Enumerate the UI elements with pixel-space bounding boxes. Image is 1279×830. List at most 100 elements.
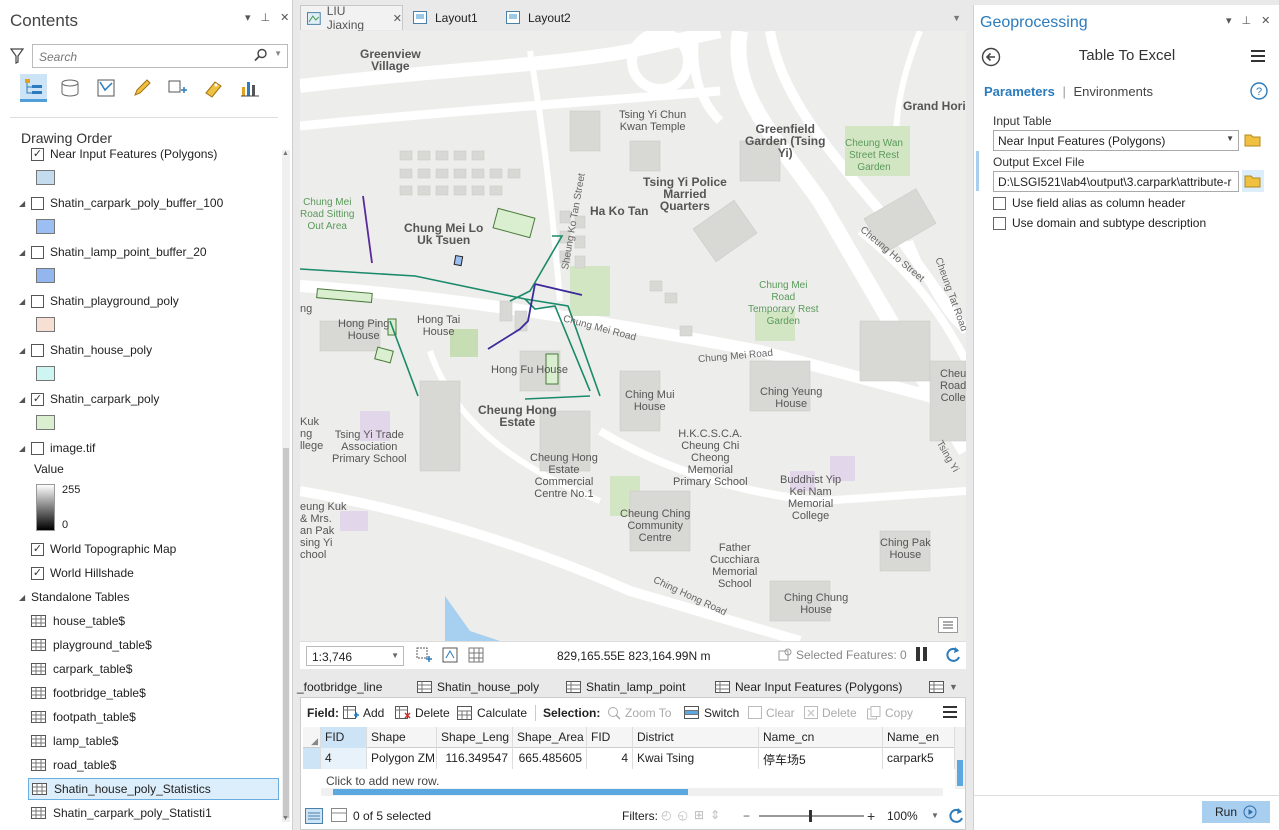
selected-features-indicator[interactable]: Selected Features: 0: [778, 648, 907, 662]
layer-row[interactable]: ◢ Shatin_house_poly: [0, 339, 280, 361]
layer-visibility-checkbox[interactable]: ✓: [31, 392, 44, 406]
raster-gradient-swatch[interactable]: [36, 484, 55, 531]
show-selected-records-icon[interactable]: [331, 808, 347, 822]
layer-row[interactable]: ◢ Shatin_lamp_point_buffer_20: [0, 241, 280, 263]
map-view[interactable]: Greenview Village Tsing Yi Chun Kwan Templ…: [300, 31, 966, 641]
domain-subtype-option[interactable]: Use domain and subtype description: [993, 216, 1206, 230]
tab-layout2[interactable]: Layout2: [500, 5, 590, 30]
collapse-icon[interactable]: ◢: [19, 395, 27, 404]
collapse-icon[interactable]: ◢: [19, 593, 27, 602]
switch-selection-button[interactable]: Switch: [684, 706, 739, 720]
standalone-table-item[interactable]: playground_table$: [28, 634, 279, 656]
grid-icon[interactable]: [468, 647, 484, 663]
row-selector[interactable]: [303, 748, 321, 769]
column-header[interactable]: FID: [587, 727, 633, 748]
folder-icon[interactable]: [1244, 132, 1262, 148]
tab-list-dropdown-icon[interactable]: ▼: [952, 13, 961, 23]
help-icon[interactable]: ?: [1250, 82, 1268, 100]
layer-symbol-swatch[interactable]: [36, 366, 55, 381]
layer-symbol-swatch[interactable]: [36, 415, 55, 430]
grid-vertical-scrollbar[interactable]: [955, 727, 965, 789]
definition-filter-icon[interactable]: ⊞: [694, 808, 704, 822]
clear-selection-button[interactable]: Clear: [748, 706, 795, 720]
pane-menu-icon[interactable]: ▾: [245, 11, 251, 24]
table-cell[interactable]: 停车场5: [759, 748, 883, 769]
layer-symbol-swatch[interactable]: [36, 317, 55, 332]
zoom-in-icon[interactable]: +: [867, 808, 875, 824]
hamburger-menu-icon[interactable]: [943, 706, 957, 718]
list-by-drawing-order-button[interactable]: [20, 74, 47, 102]
table-cell[interactable]: 4: [587, 748, 633, 769]
list-by-snapping-button[interactable]: [164, 74, 191, 102]
tab-environments[interactable]: Environments: [1073, 84, 1152, 99]
zoom-slider-thumb[interactable]: [809, 810, 812, 822]
filter-icon[interactable]: [10, 48, 24, 64]
standalone-table-item[interactable]: Shatin_carpark_poly_Statisti1: [28, 802, 279, 824]
scrollbar-thumb[interactable]: [283, 448, 289, 818]
table-cell[interactable]: 116.349547: [437, 748, 513, 769]
standalone-table-item[interactable]: footbridge_table$: [28, 682, 279, 704]
browse-output-button[interactable]: [1242, 170, 1264, 192]
table-cell[interactable]: carpark5: [883, 748, 955, 769]
range-filter-icon[interactable]: ◵: [677, 808, 687, 822]
run-button[interactable]: Run: [1202, 801, 1270, 823]
column-header[interactable]: Name_cn: [759, 727, 883, 748]
collapse-icon[interactable]: ◢: [19, 444, 27, 453]
layer-symbol-swatch[interactable]: [36, 268, 55, 283]
table-row[interactable]: 4 Polygon ZM 116.349547 665.485605 4 Kwa…: [303, 748, 955, 769]
basemap-row[interactable]: ✓ World Hillshade: [0, 562, 280, 584]
collapse-icon[interactable]: ◢: [19, 248, 27, 257]
calculate-field-button[interactable]: Calculate: [457, 706, 527, 720]
scrollbar-thumb[interactable]: [333, 789, 688, 795]
field-alias-checkbox[interactable]: [993, 196, 1006, 210]
tab-layout1[interactable]: Layout1: [407, 5, 497, 30]
tab-parameters[interactable]: Parameters: [984, 84, 1055, 99]
table-cell[interactable]: 665.485605: [513, 748, 587, 769]
contents-scrollbar[interactable]: ▲ ▼: [282, 150, 290, 822]
delete-field-button[interactable]: Delete: [395, 706, 450, 720]
list-by-editing-button[interactable]: [128, 74, 155, 102]
fixed-zoom-icon[interactable]: [416, 647, 432, 663]
scroll-down-icon[interactable]: ▼: [282, 815, 289, 822]
pane-menu-icon[interactable]: ▾: [1226, 14, 1232, 27]
layer-visibility-checkbox[interactable]: [31, 196, 44, 210]
refresh-icon[interactable]: [947, 807, 965, 825]
navigation-icon[interactable]: [442, 647, 458, 663]
tab-map[interactable]: LIU Jiaxing ✕: [300, 4, 403, 32]
pause-drawing-button[interactable]: [916, 647, 930, 663]
column-header[interactable]: Name_en: [883, 727, 955, 748]
zoom-level[interactable]: 100%: [887, 809, 918, 823]
column-header[interactable]: District: [633, 727, 759, 748]
map-overview-toggle-button[interactable]: [938, 617, 958, 633]
scale-dropdown[interactable]: 1:3,746 ▼: [306, 646, 404, 666]
select-all-corner[interactable]: ◢: [303, 727, 321, 748]
list-by-charts-button[interactable]: [236, 74, 263, 102]
column-header[interactable]: Shape_Area: [513, 727, 587, 748]
zoom-to-button[interactable]: Zoom To: [607, 706, 671, 720]
tab-house-poly[interactable]: Shatin_house_poly: [417, 677, 539, 697]
close-icon[interactable]: ✕: [280, 11, 289, 24]
tab-lamp-point[interactable]: Shatin_lamp_point: [566, 677, 685, 697]
basemap-row[interactable]: ✓ World Topographic Map: [0, 538, 280, 560]
field-alias-option[interactable]: Use field alias as column header: [993, 196, 1185, 210]
tab-footbridge-line[interactable]: _footbridge_line: [297, 677, 382, 697]
standalone-table-item[interactable]: footpath_table$: [28, 706, 279, 728]
show-all-records-icon[interactable]: [305, 808, 323, 824]
close-icon[interactable]: ✕: [1261, 14, 1270, 27]
layer-visibility-checkbox[interactable]: [31, 343, 44, 357]
add-field-button[interactable]: Add: [343, 706, 384, 720]
column-header[interactable]: Shape: [367, 727, 437, 748]
tab-near-input-features[interactable]: Near Input Features (Polygons): [715, 677, 902, 697]
hamburger-menu-icon[interactable]: [1251, 50, 1265, 62]
layer-row[interactable]: ◢ ✓ Shatin_carpark_poly: [0, 388, 280, 410]
list-by-selection-button[interactable]: [92, 74, 119, 102]
column-header[interactable]: Shape_Leng: [437, 727, 513, 748]
standalone-table-item[interactable]: road_table$: [28, 754, 279, 776]
time-filter-icon[interactable]: ◴: [661, 808, 671, 822]
layer-visibility-checkbox[interactable]: [31, 441, 44, 455]
standalone-table-item[interactable]: lamp_table$: [28, 730, 279, 752]
add-new-row[interactable]: Click to add new row.: [326, 774, 439, 788]
chevron-down-icon[interactable]: ▼: [931, 811, 939, 820]
standalone-table-item[interactable]: carpark_table$: [28, 658, 279, 680]
layer-visibility-checkbox[interactable]: ✓: [31, 566, 44, 580]
